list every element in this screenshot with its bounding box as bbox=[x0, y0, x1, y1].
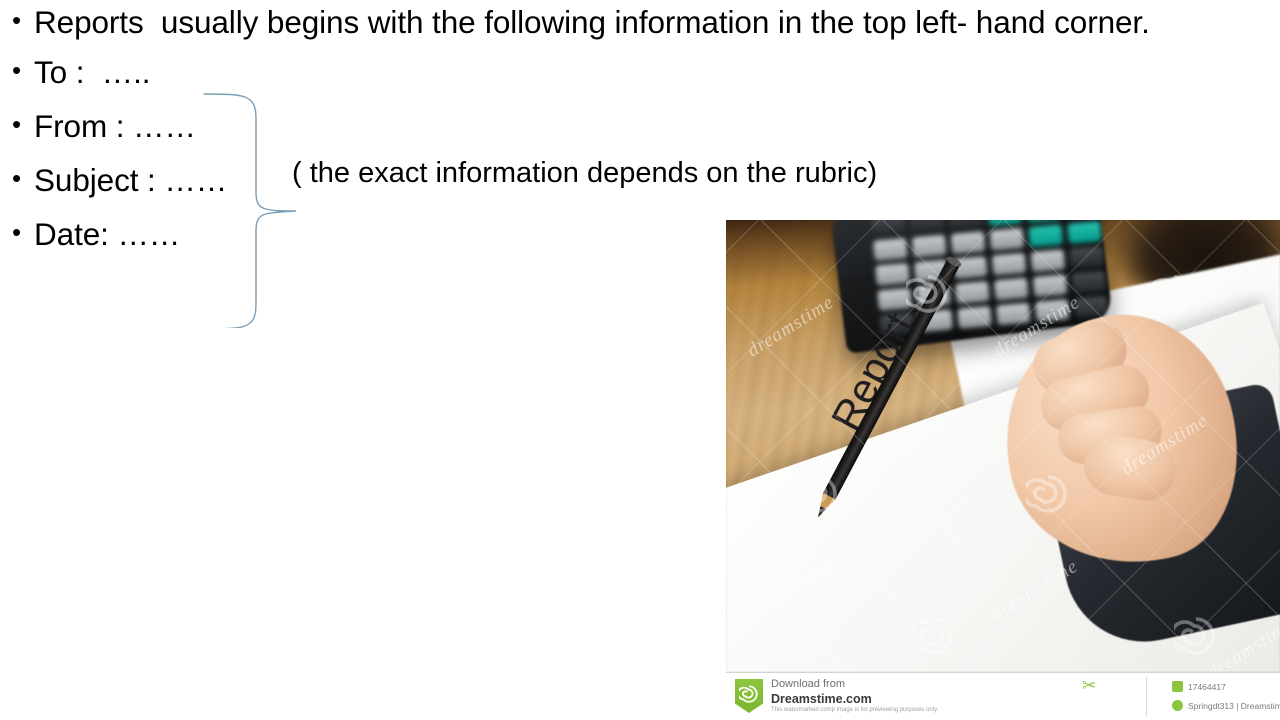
image-id-label: 17464417 bbox=[1188, 681, 1226, 692]
footer-divider bbox=[1146, 677, 1147, 717]
bullet-item-from: From : …… bbox=[8, 104, 1188, 147]
watermark-disclaimer: This watermarked comp image is for previ… bbox=[771, 707, 939, 713]
contributor-chip-icon bbox=[1172, 700, 1183, 711]
image-id-chip-icon bbox=[1172, 681, 1183, 692]
dreamstime-footer: Download from Dreamstime.com This waterm… bbox=[726, 672, 1280, 720]
download-from-label: Download from bbox=[771, 678, 845, 690]
photo-scene: Report dreamstime dreamstime dreamstime … bbox=[726, 220, 1280, 672]
bullet-item-to: To : ….. bbox=[8, 50, 1188, 93]
contributor-label: Springdt313 | Dreamstime.com bbox=[1188, 700, 1280, 711]
rubric-note: ( the exact information depends on the r… bbox=[292, 157, 878, 189]
contributor-row: Springdt313 | Dreamstime.com bbox=[1172, 700, 1280, 711]
scissors-icon: ✂ bbox=[1082, 676, 1097, 695]
image-id-row: 17464417 bbox=[1172, 681, 1226, 692]
presentation-slide: Reports usually begins with the followin… bbox=[0, 0, 1280, 720]
report-writing-photo: Report dreamstime dreamstime dreamstime … bbox=[726, 220, 1280, 720]
dreamstime-logo-spiral-icon bbox=[739, 685, 758, 703]
dreamstime-brand-label: Dreamstime.com bbox=[771, 692, 872, 706]
bullet-item-intro: Reports usually begins with the followin… bbox=[8, 0, 1194, 43]
